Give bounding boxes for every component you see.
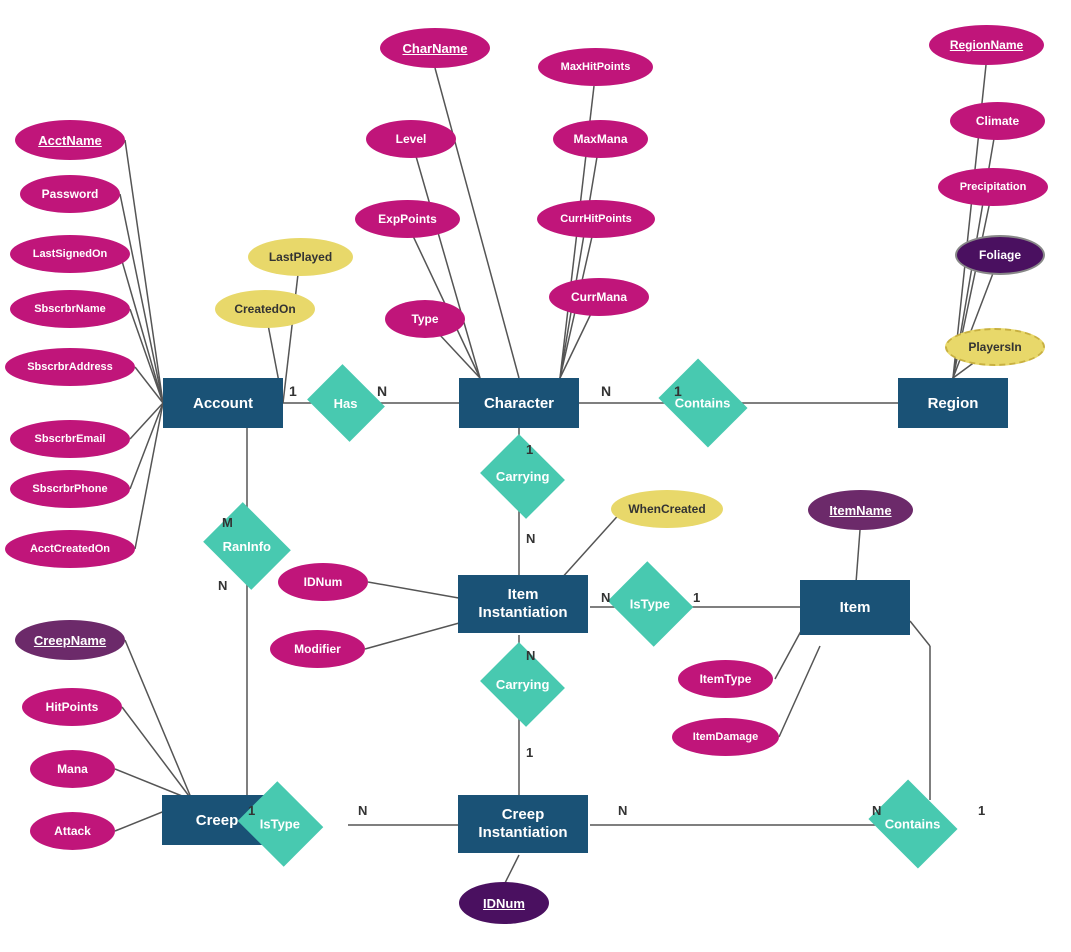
attr-level: Level [366, 120, 456, 158]
attr-charname: CharName [380, 28, 490, 68]
attr-idnum-item: IDNum [278, 563, 368, 601]
attr-exppoints: ExpPoints [355, 200, 460, 238]
attr-createdon: CreatedOn [215, 290, 315, 328]
attr-foliage: Foliage [955, 235, 1045, 275]
item-instantiation-entity: ItemInstantiation [458, 575, 588, 633]
attr-acctname: AcctName [15, 120, 125, 160]
attr-climate: Climate [950, 102, 1045, 140]
attr-itemtype: ItemType [678, 660, 773, 698]
attr-whencreated: WhenCreated [611, 490, 723, 528]
attr-playersin: PlayersIn [945, 328, 1045, 366]
attr-acctcreatedon: AcctCreatedOn [5, 530, 135, 568]
attr-sbscrbrname: SbscrbrName [10, 290, 130, 328]
region-entity: Region [898, 378, 1008, 428]
attr-sbscrbraddress: SbscrbrAddress [5, 348, 135, 386]
attr-mana: Mana [30, 750, 115, 788]
attr-type: Type [385, 300, 465, 338]
character-entity: Character [459, 378, 579, 428]
attr-itemname: ItemName [808, 490, 913, 530]
attr-attack: Attack [30, 812, 115, 850]
attr-regionname: RegionName [929, 25, 1044, 65]
item-entity: Item [800, 580, 910, 635]
attr-idnum-creep-instantiation: IDNum [459, 882, 549, 924]
attr-precipitation: Precipitation [938, 168, 1048, 206]
attr-maxmana: MaxMana [553, 120, 648, 158]
attr-sbscrbrphone: SbscrbrPhone [10, 470, 130, 508]
attr-lastplayed: LastPlayed [248, 238, 353, 276]
attr-hitpoints: HitPoints [22, 688, 122, 726]
attr-lastsignedon: LastSignedOn [10, 235, 130, 273]
attr-itemdamage: ItemDamage [672, 718, 779, 756]
creep-instantiation-entity: CreepInstantiation [458, 795, 588, 853]
attr-maxhitpoints: MaxHitPoints [538, 48, 653, 86]
attr-creepname: CreepName [15, 620, 125, 660]
attr-password: Password [20, 175, 120, 213]
account-entity: Account [163, 378, 283, 428]
attr-currmana: CurrMana [549, 278, 649, 316]
attr-currhitpoints: CurrHitPoints [537, 200, 655, 238]
attr-modifier: Modifier [270, 630, 365, 668]
attr-sbscrberemail: SbscrbrEmail [10, 420, 130, 458]
